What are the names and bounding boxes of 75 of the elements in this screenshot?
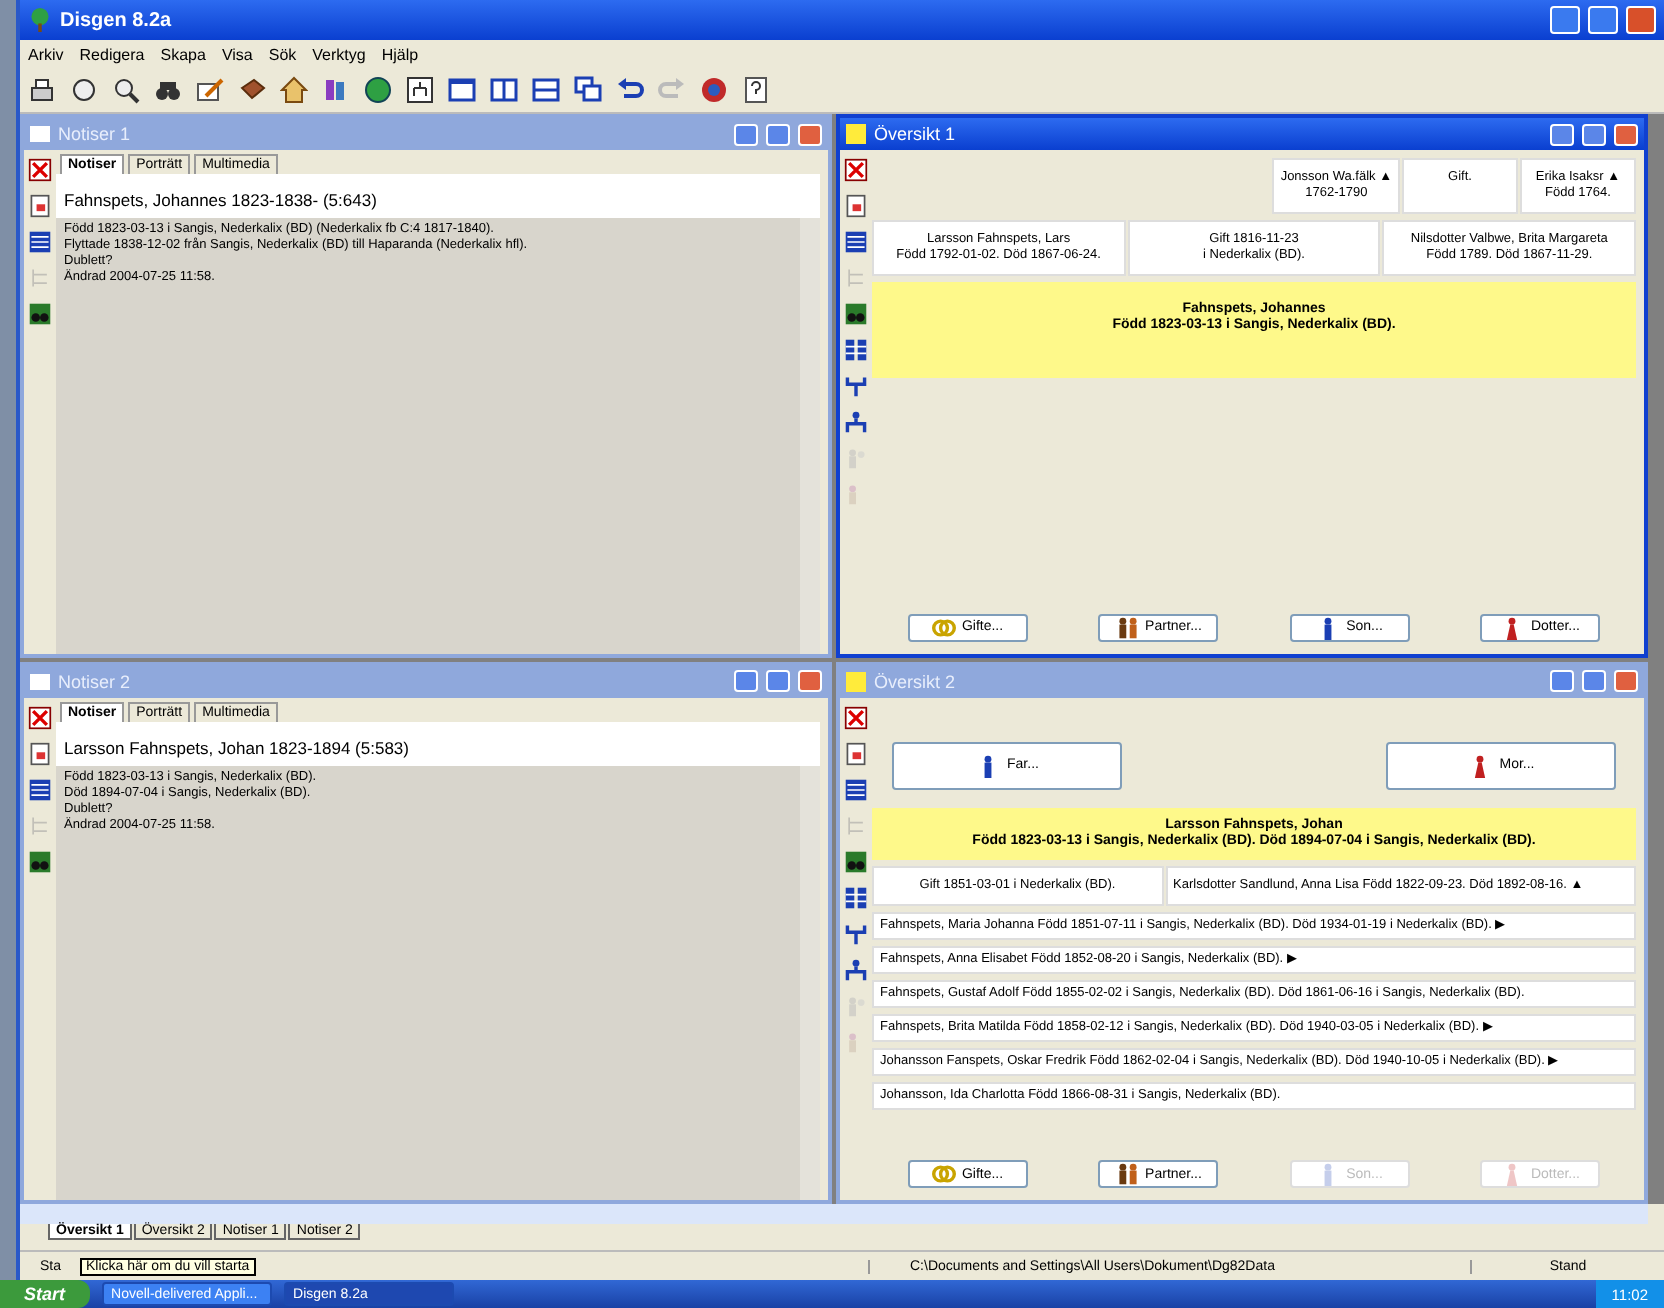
binoculars-icon[interactable] xyxy=(28,849,52,873)
minimize-button[interactable] xyxy=(734,670,758,692)
binoculars-icon[interactable] xyxy=(844,302,868,326)
list-icon[interactable] xyxy=(28,230,52,254)
menu-item[interactable]: Sök xyxy=(268,45,297,63)
maximize-button[interactable] xyxy=(766,670,790,692)
window-icon xyxy=(846,671,866,691)
maximize-button[interactable] xyxy=(1588,6,1618,34)
close-button[interactable] xyxy=(798,670,822,692)
menu-item[interactable]: Redigera xyxy=(79,45,145,63)
window-titlebar[interactable]: Översikt 1 xyxy=(840,118,1644,150)
list-icon[interactable] xyxy=(844,777,868,801)
minimize-button[interactable] xyxy=(734,123,758,145)
delete-icon[interactable] xyxy=(844,705,868,729)
binoculars-icon[interactable] xyxy=(154,76,182,104)
edit-card-icon[interactable] xyxy=(196,76,224,104)
home-icon[interactable] xyxy=(280,76,308,104)
window-icon xyxy=(30,673,50,689)
columns-icon[interactable] xyxy=(844,338,868,362)
couple-icon xyxy=(1115,1162,1140,1186)
print-icon[interactable] xyxy=(28,76,56,104)
split-horizontal-icon[interactable] xyxy=(532,76,560,104)
undo-icon[interactable] xyxy=(616,76,644,104)
menu-item[interactable]: Arkiv xyxy=(28,45,64,63)
tree-icon[interactable] xyxy=(406,76,434,104)
menu-item[interactable]: Hjälp xyxy=(381,45,419,63)
fork-icon[interactable] xyxy=(844,921,868,945)
search-person-icon[interactable] xyxy=(112,76,140,104)
window-title: Disgen 8.2a xyxy=(60,9,172,31)
books-icon[interactable] xyxy=(322,76,350,104)
rings-icon xyxy=(931,1162,956,1186)
window-icon xyxy=(30,126,50,142)
list-icon[interactable] xyxy=(844,230,868,254)
close-button[interactable] xyxy=(798,123,822,145)
family-tree-icon[interactable] xyxy=(844,410,868,434)
fork-icon[interactable] xyxy=(844,374,868,398)
minimize-button[interactable] xyxy=(1550,6,1580,34)
window-title: Notiser 1 xyxy=(58,124,131,144)
family-tree-icon[interactable] xyxy=(844,957,868,981)
menu-item[interactable]: Skapa xyxy=(160,45,206,63)
start-button[interactable]: Start xyxy=(0,1280,90,1308)
document-icon[interactable] xyxy=(844,741,868,765)
tree-icon xyxy=(28,8,52,32)
person-heading: Larsson Fahnspets, Johan 1823-1894 (5:583) xyxy=(56,721,820,765)
window-icon xyxy=(846,124,866,144)
split-vertical-icon[interactable] xyxy=(490,76,518,104)
window-title: Översikt 1 xyxy=(874,124,956,144)
document-icon[interactable] xyxy=(28,741,52,765)
maximize-button[interactable] xyxy=(766,123,790,145)
close-button[interactable] xyxy=(1614,670,1638,692)
delete-icon[interactable] xyxy=(28,158,52,182)
window-title: Översikt 2 xyxy=(874,671,956,691)
minimize-button[interactable] xyxy=(1550,123,1574,145)
binoculars-icon[interactable] xyxy=(28,302,52,326)
delete-icon[interactable] xyxy=(28,705,52,729)
close-button[interactable] xyxy=(1626,6,1656,34)
close-button[interactable] xyxy=(1614,123,1638,145)
maximize-button[interactable] xyxy=(1582,670,1606,692)
rings-icon xyxy=(931,615,956,639)
person-heading: Fahnspets, Johannes 1823-1838- (5:643) xyxy=(56,174,820,218)
list-icon[interactable] xyxy=(28,777,52,801)
maximize-button[interactable] xyxy=(1582,123,1606,145)
menu-item[interactable]: Verktyg xyxy=(312,45,366,63)
document-icon[interactable] xyxy=(28,194,52,218)
window-title: Notiser 2 xyxy=(58,671,131,691)
help-icon[interactable] xyxy=(742,76,770,104)
cascade-icon[interactable] xyxy=(574,76,602,104)
columns-icon[interactable] xyxy=(844,885,868,909)
menu-item[interactable]: Visa xyxy=(221,45,253,63)
document-icon[interactable] xyxy=(844,194,868,218)
couple-icon xyxy=(1115,615,1140,639)
delete-icon[interactable] xyxy=(844,158,868,182)
binoculars-icon[interactable] xyxy=(844,849,868,873)
window-icon[interactable] xyxy=(448,76,476,104)
minimize-button[interactable] xyxy=(1550,670,1574,692)
